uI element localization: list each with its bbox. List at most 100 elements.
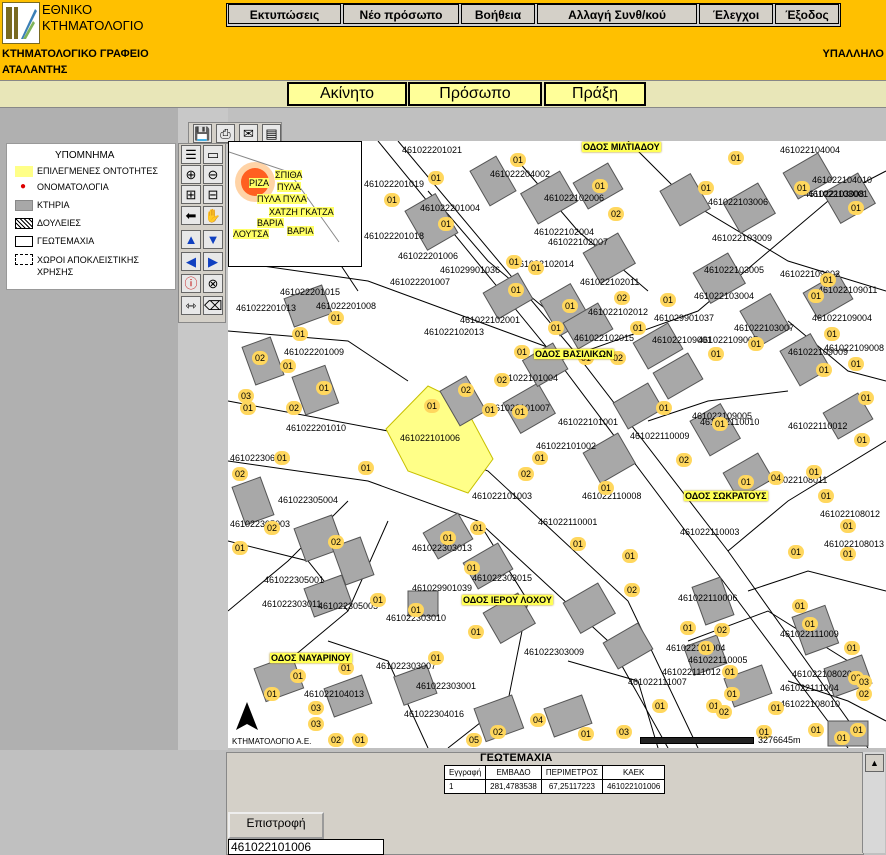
building-count-badge: 01 [570,537,586,551]
zoom-out-icon[interactable]: ⊖ [203,165,223,184]
print-icon[interactable]: ⎙ [216,123,235,143]
table-cell: 1 [443,779,487,794]
pan-hand-icon[interactable]: ✋ [203,206,223,225]
building-count-badge: 01 [698,641,714,655]
building-count-badge: 01 [508,283,524,297]
overview-label: ΒΑΡΙΑ [257,218,284,228]
building-count-badge: 01 [808,289,824,303]
parcel-number: 461022201019 [364,179,425,189]
building-count-badge: 02 [490,725,506,739]
building-count-badge: 02 [716,705,732,719]
zoom-extent-icon[interactable]: ⊟ [203,185,223,204]
parcel-number: 461022104004 [780,145,841,155]
parcel-number: 461022303001 [416,681,477,691]
tab-deed[interactable]: Πράξη [544,82,646,106]
overview-label: ΡΙΖΑ [249,178,270,188]
tab-property[interactable]: Ακίνητο [287,82,407,106]
parcel-number: 461022201015 [280,287,341,297]
pan-left-icon[interactable]: ◀ [181,252,201,271]
building-count-badge: 01 [548,321,564,335]
building-count-badge: 01 [748,337,764,351]
parcel-number: 461022102014 [514,259,575,269]
overview-label: ΧΑΤΖΗ ΓΚΑΤΖΑ [269,207,334,217]
parcel-number: 461029901037 [654,313,715,323]
back-icon[interactable]: ⬅ [181,206,201,225]
col-header: Εγγραφή [443,765,487,780]
binoculars-icon[interactable]: ⊗ [203,274,223,293]
menu-help-button[interactable]: Βοήθεια [461,4,535,24]
building-count-badge: 02 [518,467,534,481]
parcel-number: 461022104010 [812,175,873,185]
parcel-number: 461022110009 [630,431,690,441]
building-count-badge: 02 [328,535,344,549]
parcel-number: 461022103001 [808,189,869,199]
building-count-badge: 01 [630,321,646,335]
parcel-number: 461029901036 [440,265,501,275]
parcel-number: 461022201006 [398,251,459,261]
parcel-number: 461022201013 [236,303,297,313]
parcel-number: 461022111012 [662,667,721,677]
menu-prints-button[interactable]: Εκτυπώσεις [228,4,341,24]
pan-right-icon[interactable]: ▶ [203,252,223,271]
parcel-number: 461022103009 [712,233,773,243]
dashed-swatch-icon [15,254,33,265]
menu-checks-button[interactable]: Έλεγχοι [699,4,773,24]
parcel-number: 461022111004 [780,683,839,693]
tab-person[interactable]: Πρόσωπο [408,82,542,106]
scroll-up-icon[interactable]: ▲ [865,754,884,772]
building-count-badge: 01 [818,489,834,503]
info-icon[interactable]: ⓘ [181,274,201,293]
building-count-badge: 01 [352,733,368,747]
save-icon[interactable]: 💾 [193,123,212,143]
scale-text: 3276645m [758,735,801,745]
parcel-number: 461022303009 [524,647,585,657]
overview-label: ΣΠΙΘΑ [275,170,303,180]
menu-change-user-button[interactable]: Αλλαγή Συνθ/κού [537,4,697,24]
parcel-number: 461022103004 [694,291,755,301]
pan-up-icon[interactable]: ▲ [181,230,201,249]
parcel-number: 461022111007 [628,677,687,687]
zoom-box-icon[interactable]: ⊞ [181,185,201,204]
layers-icon[interactable]: ☰ [181,145,201,164]
parcel-number: 461022108013 [824,539,885,549]
return-button[interactable]: Επιστροφή [228,812,324,839]
table-row[interactable]: 1 281,4783538 67,25117223 461022101006 [443,779,666,794]
menu-exit-button[interactable]: Έξοδος [775,4,839,24]
overview-label: ΠΥΛΑ ΠΥΛΑ [257,194,307,204]
parcel-number: 461022201008 [316,301,377,311]
results-scrollbar[interactable]: ▲ [862,752,885,853]
overview-map[interactable]: ΡΙΖΑ ΣΠΙΘΑ ΠΥΛΑ ΠΥΛΑ ΠΥΛΑ ΧΑΤΖΗ ΓΚΑΤΖΑ Β… [228,141,362,267]
parcel-number: 461022201009 [284,347,345,357]
table-header-row: Εγγραφή ΕΜΒΑΔΟ ΠΕΡΙΜΕΤΡΟΣ ΚΑΕΚ [443,765,666,780]
building-count-badge: 02 [458,383,474,397]
parcel-number: 461022102006 [544,193,605,203]
building-count-badge: 01 [598,481,614,495]
building-count-badge: 01 [328,311,344,325]
building-count-badge: 01 [788,545,804,559]
logo-line-1: ΕΘΝΙΚΟ [42,2,93,17]
overview-icon[interactable]: ▭ [203,145,223,164]
mail-icon[interactable]: ✉ [239,123,258,143]
building-count-badge: 01 [264,687,280,701]
overview-label: ΒΑΡΙΑ [287,226,314,236]
building-count-badge: 01 [858,391,874,405]
eraser-icon[interactable]: ⌫ [203,296,223,315]
building-count-badge: 04 [768,471,784,485]
parcel-number: 461022110006 [678,593,738,603]
hatched-swatch-icon [15,218,33,229]
menu-new-person-button[interactable]: Νέο πρόσωπο [343,4,459,24]
building-count-badge: 01 [532,451,548,465]
building-count-badge: 01 [708,347,724,361]
building-count-badge: 01 [424,399,440,413]
pan-down-icon[interactable]: ▼ [203,230,223,249]
parcel-number: 461022108010 [780,699,841,709]
building-count-badge: 04 [530,713,546,727]
building-count-badge: 02 [264,521,280,535]
measure-icon[interactable]: ⇿ [181,296,201,315]
building-count-badge: 01 [562,299,578,313]
zoom-in-icon[interactable]: ⊕ [181,165,201,184]
export-icon[interactable]: ▤ [262,123,281,143]
table-cell: 461022101006 [601,779,666,794]
building-count-badge: 01 [482,403,498,417]
logo: ΕΘΝΙΚΟ ΚΤΗΜΑΤΟΛΟΓΙΟ [0,0,170,44]
